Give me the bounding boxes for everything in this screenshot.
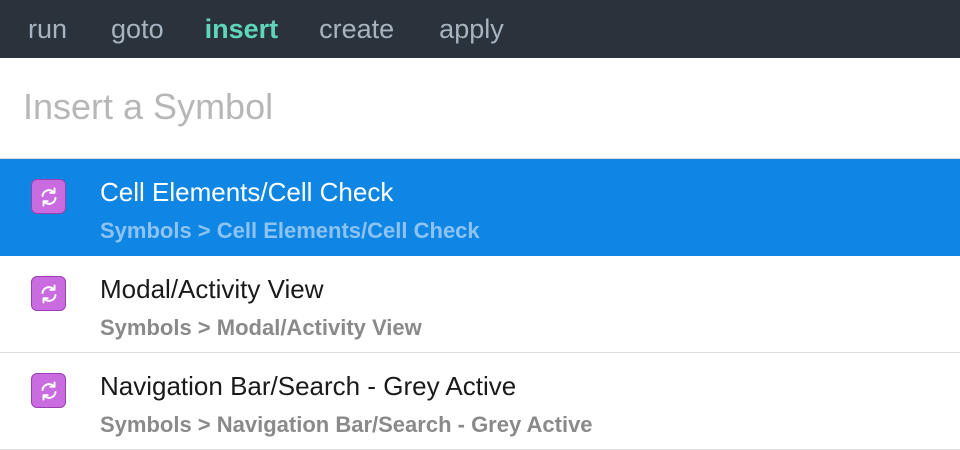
results-list: Cell Elements/Cell Check Symbols > Cell … (0, 158, 960, 450)
tab-insert[interactable]: insert (205, 14, 279, 45)
symbol-sync-icon (31, 276, 66, 311)
result-title: Modal/Activity View (100, 274, 324, 304)
tab-apply[interactable]: apply (439, 14, 504, 45)
result-row[interactable]: Modal/Activity View Symbols > Modal/Acti… (0, 256, 960, 353)
tab-run[interactable]: run (28, 14, 67, 45)
tab-goto[interactable]: goto (111, 14, 164, 45)
symbol-sync-icon (31, 179, 66, 214)
search-bar (0, 58, 960, 158)
result-path: Symbols > Modal/Activity View (100, 315, 422, 340)
tab-create[interactable]: create (319, 14, 394, 45)
result-path: Symbols > Navigation Bar/Search - Grey A… (100, 412, 593, 437)
result-title: Navigation Bar/Search - Grey Active (100, 371, 517, 401)
result-title: Cell Elements/Cell Check (100, 177, 394, 207)
result-row[interactable]: Cell Elements/Cell Check Symbols > Cell … (0, 159, 960, 256)
result-row[interactable]: Navigation Bar/Search - Grey Active Symb… (0, 353, 960, 450)
symbol-sync-icon (31, 373, 66, 408)
result-path: Symbols > Cell Elements/Cell Check (100, 218, 480, 243)
search-input[interactable] (23, 86, 923, 128)
command-tab-bar: run goto insert create apply (0, 0, 960, 58)
